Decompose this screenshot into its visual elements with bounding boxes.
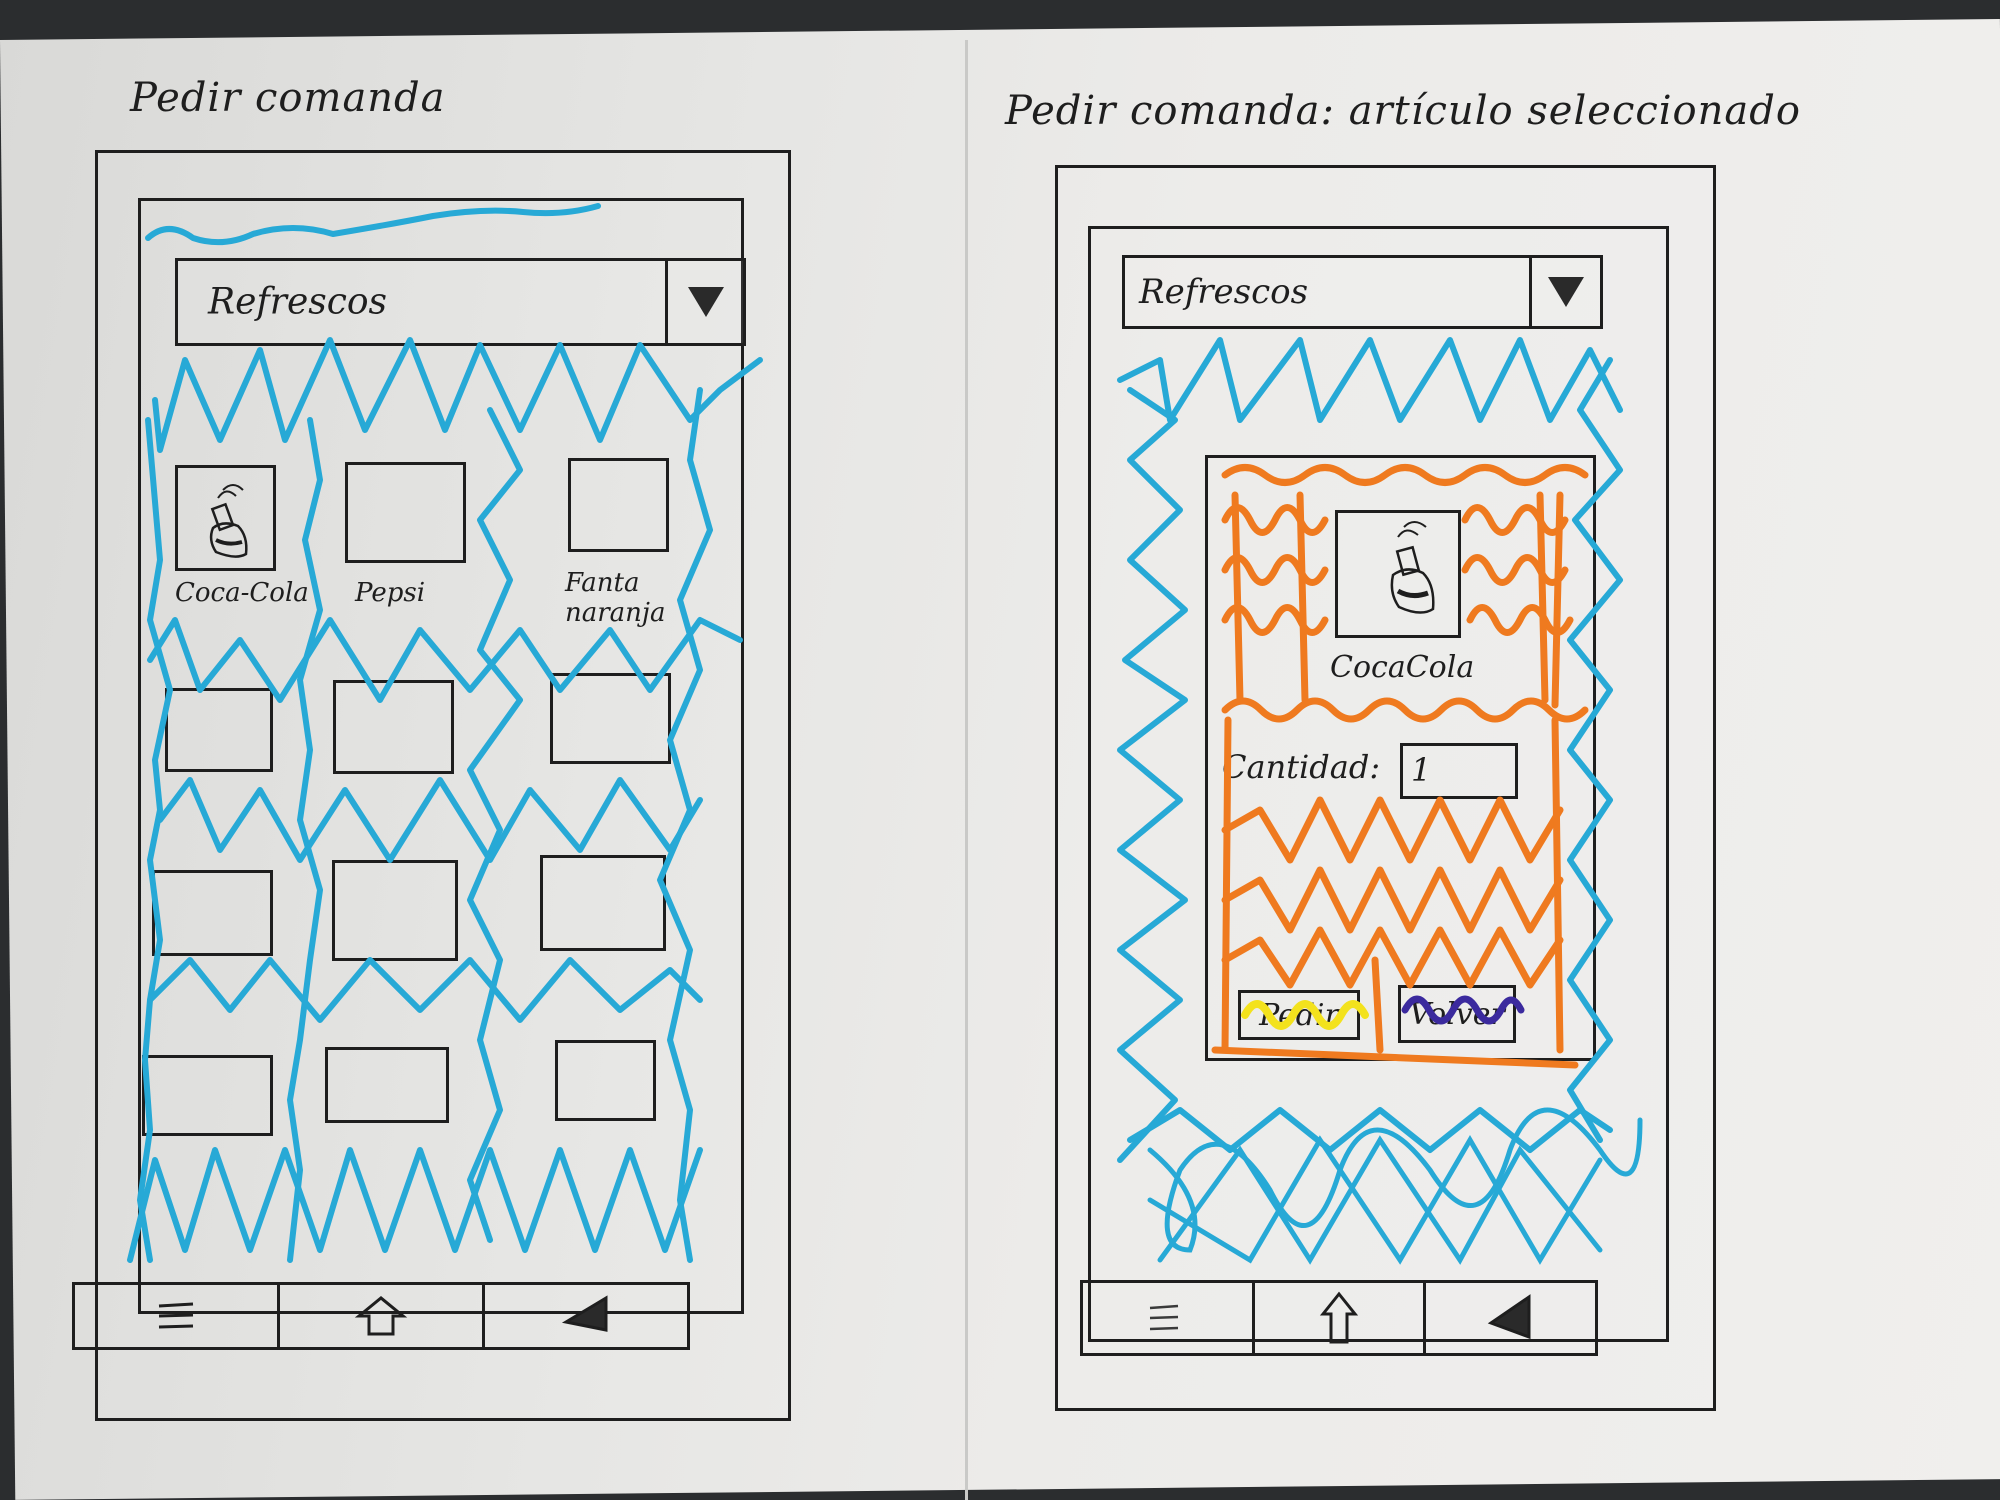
nav-back-button[interactable] [1426,1283,1595,1353]
order-button[interactable]: Pedir [1238,990,1360,1040]
product-tile-empty[interactable] [165,688,273,772]
home-icon [1319,1291,1359,1344]
nav-home-button[interactable] [280,1285,485,1347]
sheet-title-right: Pedir comanda: artículo seleccionado [1005,88,1801,134]
product-tile-empty[interactable] [332,860,458,961]
dropdown-selected-label: Refrescos [208,281,388,323]
menu-icon [158,1302,194,1329]
product-tile-fanta[interactable] [568,458,669,552]
product-tile-empty[interactable] [333,680,454,774]
dropdown-toggle-button[interactable] [1529,258,1600,326]
product-tile-empty[interactable] [142,1055,273,1136]
product-tile-cocacola[interactable] [175,465,276,571]
product-tile-empty[interactable] [540,855,666,951]
quantity-label: Cantidad: [1222,748,1381,786]
back-icon [1487,1294,1531,1340]
selected-product-image [1335,510,1461,638]
home-icon [354,1296,408,1336]
product-label-cocacola: Coca-Cola [175,578,309,608]
bottle-icon [209,484,248,558]
product-label-fanta: Fanta naranja [565,568,666,628]
nav-menu-button[interactable] [1083,1283,1255,1353]
bottom-navbar-left [72,1282,690,1350]
chevron-down-icon [687,287,724,317]
nav-home-button[interactable] [1255,1283,1427,1353]
menu-icon [1150,1304,1179,1331]
dropdown-toggle-button[interactable] [665,261,743,343]
back-button[interactable]: Volver [1398,985,1516,1043]
selected-product-label: CocaCola [1330,650,1475,685]
chevron-down-icon [1548,277,1584,307]
category-dropdown-right[interactable]: Refrescos [1122,255,1603,329]
product-label-pepsi: Pepsi [355,578,426,608]
bottle-icon [1390,521,1435,614]
dropdown-selected-label: Refrescos [1139,272,1309,312]
nav-menu-button[interactable] [75,1285,280,1347]
page-divider [965,40,968,1500]
product-tile-empty[interactable] [152,870,273,956]
sheet-title-left: Pedir comanda [130,75,446,121]
nav-back-button[interactable] [485,1285,687,1347]
product-tile-empty[interactable] [550,673,671,764]
product-tile-empty[interactable] [555,1040,656,1121]
bottom-navbar-right [1080,1280,1598,1356]
product-tile-empty[interactable] [325,1047,449,1123]
category-dropdown-left[interactable]: Refrescos [175,258,746,346]
quantity-input[interactable]: 1 [1400,743,1518,799]
product-tile-pepsi[interactable] [345,462,466,563]
back-icon [561,1295,608,1332]
